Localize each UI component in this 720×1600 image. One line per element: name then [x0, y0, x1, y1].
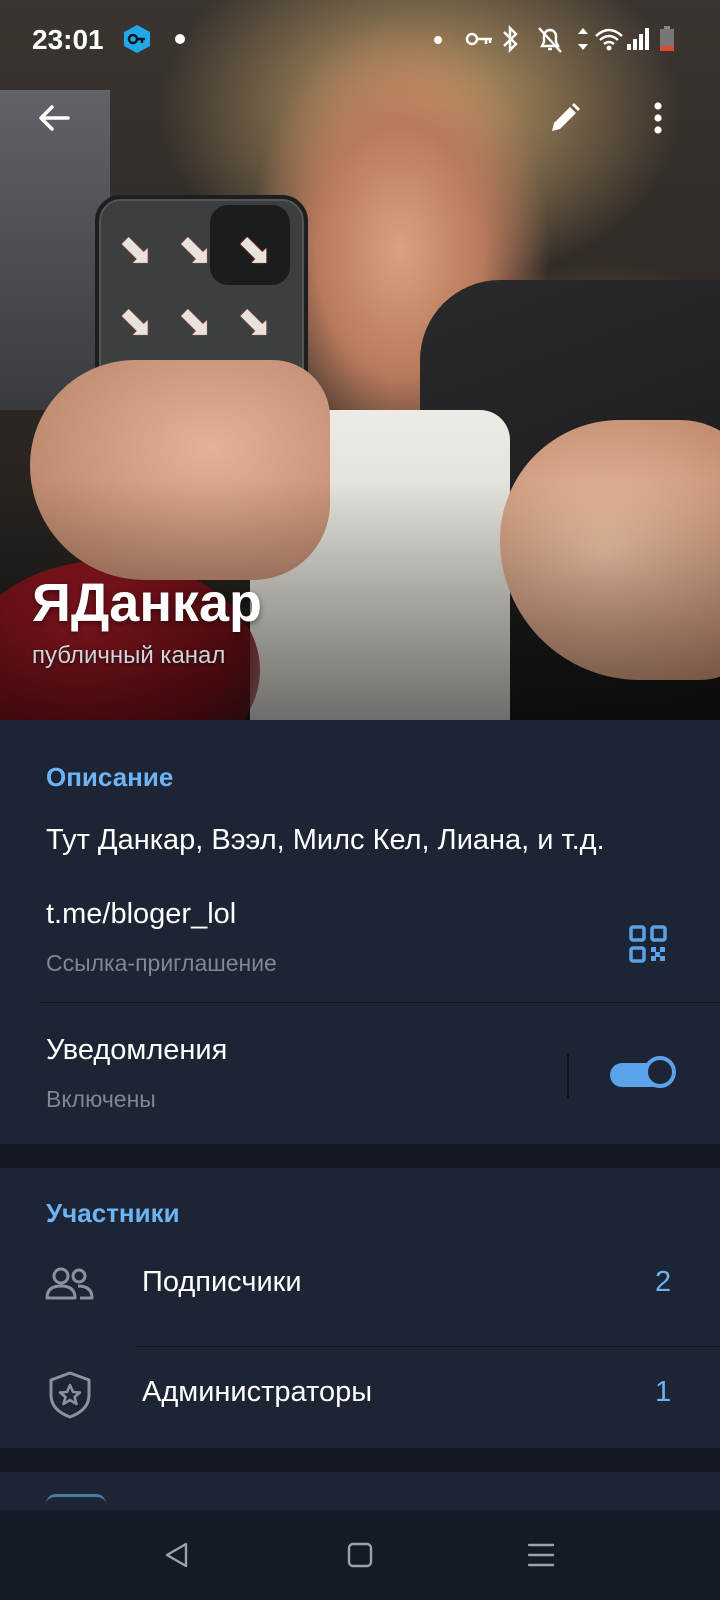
menu-lines-icon [527, 1543, 555, 1567]
next-section-partial [0, 1472, 720, 1510]
back-button[interactable] [24, 88, 84, 148]
invite-link-caption: Ссылка-приглашение [46, 950, 277, 976]
channel-type: публичный канал [32, 642, 226, 669]
more-menu-button[interactable] [628, 88, 688, 148]
channel-name: ЯДанкар [32, 573, 262, 633]
status-bar: 23:01 [0, 0, 720, 84]
key-icon [465, 32, 492, 46]
system-nav-bar [0, 1510, 720, 1600]
people-icon [45, 1267, 94, 1300]
section-title-members: Участники [46, 1198, 180, 1228]
subscribers-count: 2 [655, 1266, 672, 1298]
channel-description[interactable]: Тут Данкар, Вээл, Милс Кел, Лиана, и т.д… [46, 824, 605, 857]
status-time: 23:01 [32, 24, 104, 55]
administrators-row[interactable]: Администраторы 1 [0, 1346, 720, 1442]
back-triangle-icon [165, 1542, 188, 1568]
notifications-label: Уведомления [46, 1034, 228, 1066]
section-gap [0, 1144, 720, 1168]
bell-muted-icon [538, 27, 562, 53]
notifications-toggle[interactable] [610, 1056, 678, 1092]
pencil-icon [552, 103, 580, 131]
clipped-section-title [46, 1494, 106, 1510]
notifications-state: Включены [46, 1086, 156, 1112]
nav-back-button[interactable] [152, 1530, 202, 1580]
members-section: Участники Подписчики 2 Администраторы 1 [0, 1168, 720, 1448]
administrators-label: Администраторы [142, 1376, 373, 1408]
wifi-icon [595, 28, 623, 51]
arrow-left-icon [39, 105, 70, 131]
vpn-key-icon [122, 24, 152, 54]
data-arrows-icon [578, 28, 588, 50]
notification-dot-icon [175, 34, 185, 44]
bluetooth-icon [503, 24, 518, 54]
toggle-thumb [644, 1056, 676, 1088]
home-square-icon [347, 1542, 373, 1568]
divider [40, 1002, 720, 1003]
section-title-description: Описание [46, 762, 174, 792]
edit-button[interactable] [535, 88, 595, 148]
qr-code-icon[interactable] [628, 924, 668, 964]
notification-dot-icon [434, 36, 442, 44]
nav-menu-button[interactable] [516, 1530, 566, 1580]
invite-link-row[interactable]: t.me/bloger_lol Ссылка-приглашение [0, 880, 720, 980]
more-vertical-icon [654, 102, 662, 134]
section-gap [0, 1448, 720, 1472]
administrators-count: 1 [655, 1376, 672, 1408]
subscribers-label: Подписчики [142, 1266, 302, 1298]
divider-vertical [567, 1054, 569, 1098]
nav-home-button[interactable] [335, 1530, 385, 1580]
signal-icon [627, 28, 649, 50]
subscribers-row[interactable]: Подписчики 2 [0, 1238, 720, 1332]
invite-link[interactable]: t.me/bloger_lol [46, 898, 236, 931]
shield-star-icon [49, 1371, 91, 1419]
battery-low-icon [660, 26, 674, 51]
